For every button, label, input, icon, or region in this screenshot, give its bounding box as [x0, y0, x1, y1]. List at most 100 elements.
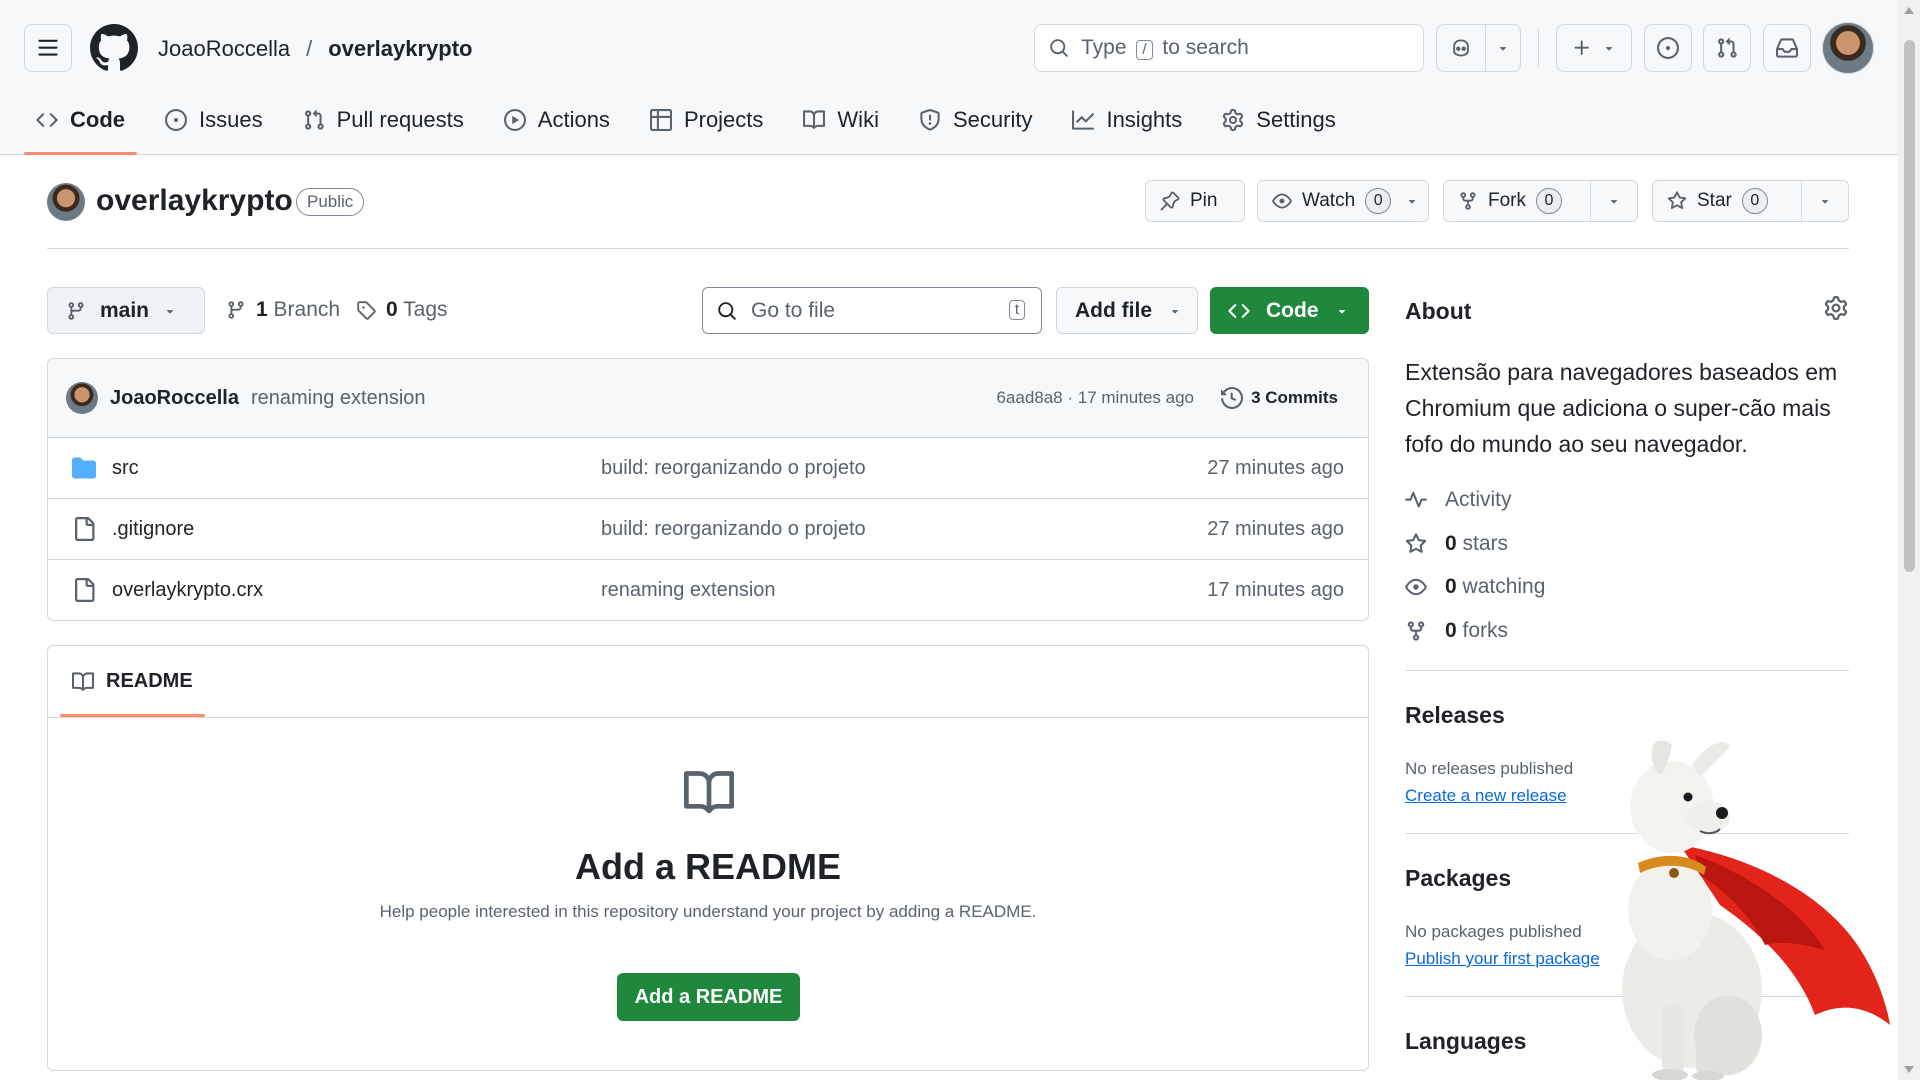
tab-issues[interactable]: Issues	[153, 100, 275, 140]
star-button[interactable]: Star 0	[1653, 181, 1801, 221]
gear-icon[interactable]	[1824, 296, 1848, 320]
watch-dropdown-icon[interactable]	[1405, 194, 1431, 208]
branch-selector[interactable]: main	[47, 287, 205, 334]
file-icon	[75, 578, 95, 602]
commits-history-link[interactable]: 3 Commits	[1221, 387, 1338, 409]
branch-count-label: Branch	[273, 298, 341, 321]
tab-pull-requests[interactable]: Pull requests	[291, 100, 476, 140]
repo-link[interactable]: overlaykrypto	[328, 36, 472, 62]
copilot-button-group	[1436, 24, 1521, 72]
fork-button[interactable]: Fork 0	[1444, 181, 1590, 221]
notifications-button[interactable]	[1763, 24, 1811, 72]
star-icon	[1667, 191, 1687, 210]
file-commit-message[interactable]: build: reorganizando o projeto	[601, 518, 866, 541]
tab-label: Wiki	[837, 107, 879, 132]
go-to-file-shortcut-key: t	[1008, 300, 1025, 320]
pin-button[interactable]: Pin	[1145, 180, 1245, 222]
create-release-link[interactable]: Create a new release	[1405, 786, 1567, 806]
star-dropdown-button[interactable]	[1800, 181, 1848, 221]
watch-button[interactable]: Watch 0	[1258, 181, 1405, 221]
file-row[interactable]: src build: reorganizando o projeto 27 mi…	[48, 438, 1368, 499]
superdog-overlay-image	[1622, 740, 1890, 1080]
copilot-button[interactable]	[1437, 25, 1487, 71]
star-label: Star	[1697, 190, 1732, 211]
readme-heading: Add a README	[574, 846, 841, 887]
commit-author-avatar[interactable]	[66, 382, 98, 414]
scroll-down-arrow-icon[interactable]	[1902, 1062, 1916, 1076]
play-icon	[503, 109, 526, 131]
copilot-icon	[1453, 39, 1470, 57]
user-avatar[interactable]	[1822, 22, 1874, 74]
your-pull-requests-button[interactable]	[1703, 24, 1751, 72]
title-divider	[47, 248, 1849, 249]
tab-label: Pull requests	[336, 107, 464, 132]
triangle-down-icon	[1500, 47, 1507, 51]
tab-wiki[interactable]: Wiki	[791, 100, 891, 140]
add-readme-button[interactable]: Add a README	[617, 973, 800, 1021]
tab-projects[interactable]: Projects	[638, 100, 775, 140]
scrollbar-thumb[interactable]	[1904, 40, 1915, 572]
owner-link[interactable]: JoaoRoccella	[158, 36, 290, 62]
code-button[interactable]: Code	[1210, 287, 1369, 334]
tab-label: Projects	[683, 107, 764, 132]
file-commit-message[interactable]: build: reorganizando o projeto	[601, 457, 866, 480]
packages-heading[interactable]: Packages	[1405, 865, 1511, 892]
activity-link[interactable]: Activity	[1405, 488, 1512, 512]
commit-author[interactable]: JoaoRoccella	[110, 387, 239, 410]
fork-label: Fork	[1488, 190, 1526, 211]
tab-readme[interactable]: README	[60, 670, 205, 717]
issue-opened-icon	[1657, 37, 1679, 59]
tags-link[interactable]: 0 Tags	[356, 298, 448, 322]
your-issues-button[interactable]	[1644, 24, 1692, 72]
file-row[interactable]: .gitignore build: reorganizando o projet…	[48, 499, 1368, 560]
tab-security[interactable]: Security	[907, 100, 1044, 140]
repo-title[interactable]: overlaykrypto	[96, 184, 293, 218]
file-row[interactable]: overlaykrypto.crx renaming extension 17 …	[48, 560, 1368, 620]
branch-name: main	[100, 298, 150, 322]
branches-link[interactable]: 1 Branch	[226, 298, 340, 322]
code-icon	[36, 113, 58, 127]
about-heading: About	[1405, 298, 1472, 324]
tab-code[interactable]: Code	[24, 100, 137, 155]
copilot-dropdown-button[interactable]	[1486, 25, 1520, 71]
readme-panel: README Add a README Help people interest…	[47, 645, 1369, 1071]
fork-count: 0	[1536, 188, 1562, 214]
repo-forked-icon	[1460, 192, 1476, 210]
file-name[interactable]: .gitignore	[112, 518, 194, 541]
file-name[interactable]: overlaykrypto.crx	[112, 579, 263, 602]
go-to-file-input[interactable]: Go to file t	[702, 287, 1042, 334]
eye-icon	[1272, 193, 1292, 209]
fork-dropdown-button[interactable]	[1589, 181, 1637, 221]
repo-owner-avatar[interactable]	[47, 183, 85, 221]
triangle-down-icon	[166, 309, 174, 314]
stars-link[interactable]: 0 stars	[1405, 532, 1508, 556]
add-file-button[interactable]: Add file	[1056, 287, 1198, 334]
sidebar-divider	[1405, 670, 1849, 671]
file-commit-message[interactable]: renaming extension	[601, 579, 776, 602]
menu-button[interactable]	[24, 24, 72, 72]
tab-label: Settings	[1256, 107, 1336, 132]
scroll-up-arrow-icon[interactable]	[1902, 4, 1916, 18]
github-logo-icon[interactable]	[90, 24, 138, 72]
tab-insights[interactable]: Insights	[1060, 100, 1194, 140]
commit-message[interactable]: renaming extension	[251, 387, 426, 410]
releases-heading[interactable]: Releases	[1405, 702, 1505, 729]
tag-count-label: Tags	[403, 298, 448, 321]
fork-button-group: Fork 0	[1443, 180, 1638, 222]
create-new-button[interactable]	[1556, 24, 1632, 72]
watching-label: watching	[1462, 575, 1546, 598]
git-pull-request-icon	[1718, 37, 1737, 58]
tab-actions[interactable]: Actions	[492, 100, 622, 140]
file-name[interactable]: src	[112, 457, 139, 480]
search-input[interactable]: Type / to search	[1034, 24, 1424, 72]
repo-nav-tabs: Code Issues Pull requests Actions Projec…	[24, 100, 1364, 155]
add-file-label: Add file	[1075, 298, 1152, 322]
commit-hash-and-time[interactable]: 6aad8a8 · 17 minutes ago	[996, 388, 1194, 408]
tab-label: Issues	[199, 107, 263, 132]
tab-settings[interactable]: Settings	[1210, 100, 1348, 140]
publish-package-link[interactable]: Publish your first package	[1405, 949, 1600, 969]
breadcrumb: JoaoRoccella / overlaykrypto	[158, 36, 473, 62]
triangle-down-icon	[1610, 200, 1617, 204]
forks-link[interactable]: 0 forks	[1405, 619, 1508, 643]
watchers-link[interactable]: 0 watching	[1405, 575, 1545, 599]
